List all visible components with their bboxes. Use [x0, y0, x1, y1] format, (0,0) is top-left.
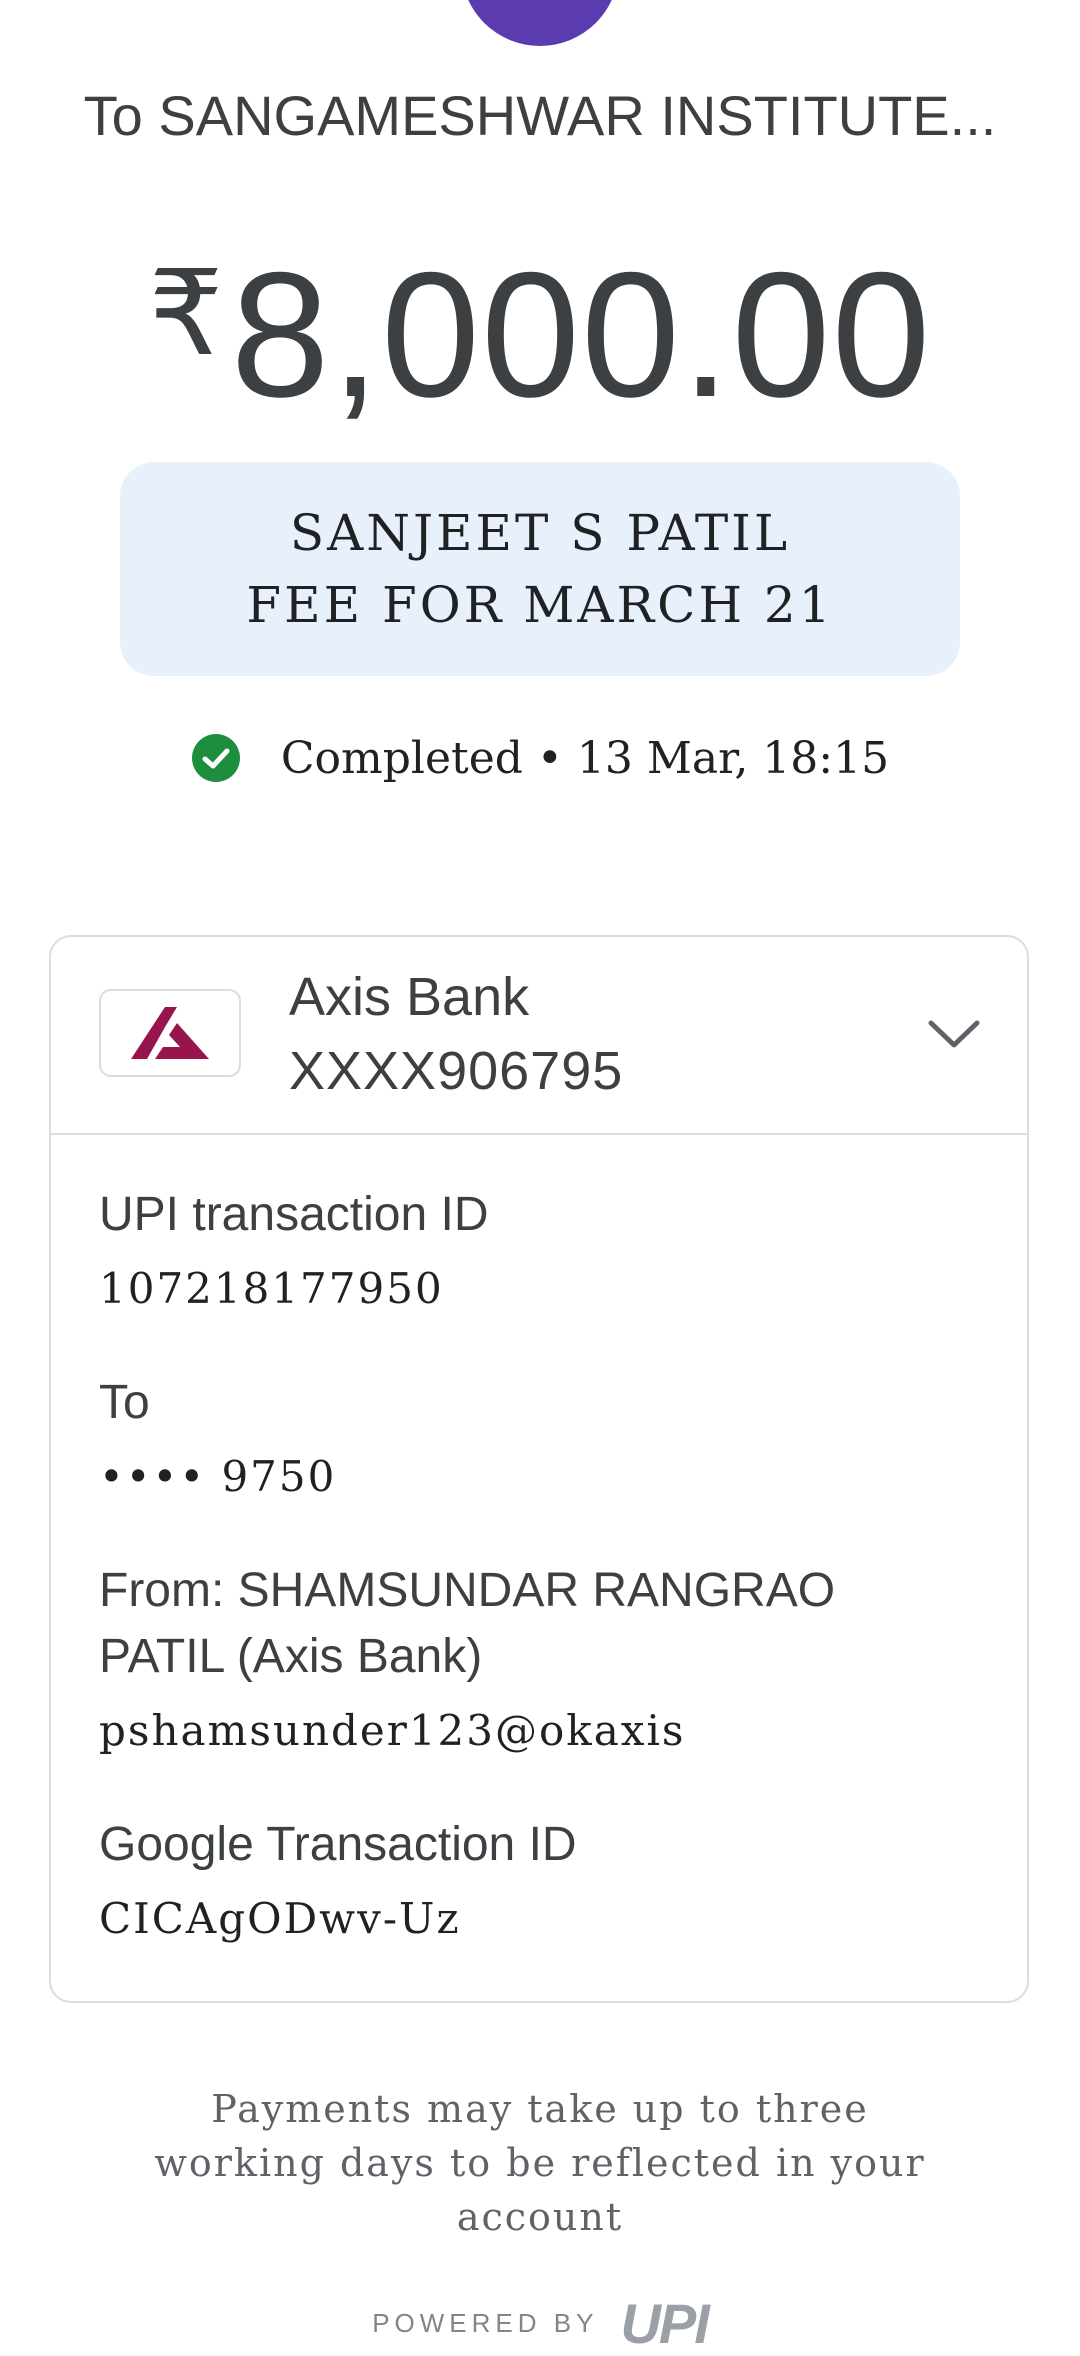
bank-account-number: XXXX906795 [289, 1041, 624, 1101]
recipient-name: To SANGAMESHWAR INSTITUTE... [83, 84, 997, 147]
check-circle-icon [191, 734, 240, 782]
amount-value: 8,000.00 [230, 235, 932, 434]
from-label: From: SHAMSUNDAR RANGRAO [99, 1564, 836, 1617]
upi-transaction-id-label: UPI transaction ID [99, 1188, 489, 1241]
google-transaction-id-value: CICAgODwv-Uz [99, 1894, 461, 1943]
recipient-avatar [461, 0, 619, 46]
bank-account-row[interactable]: Axis Bank XXXX906795 [51, 937, 1027, 1135]
payment-note-line: SANJEET S PATIL [289, 504, 791, 562]
status-text: Completed • 13 Mar, 18:15 [280, 732, 890, 784]
currency-symbol: ₹ [148, 248, 225, 380]
payment-note-line: FEE FOR MARCH 21 [246, 576, 834, 634]
from-upi-id: pshamsunder123@okaxis [99, 1706, 686, 1755]
payment-amount: ₹8,000.00 [0, 214, 1080, 435]
to-label: To [99, 1376, 150, 1429]
from-label-bank: PATIL (Axis Bank) [99, 1630, 483, 1683]
axis-bank-logo-icon [99, 989, 241, 1077]
upi-transaction-id-value: 107218177950 [99, 1264, 444, 1313]
to-account-value: •••• 9750 [99, 1452, 337, 1501]
transaction-status: Completed • 13 Mar, 18:15 [0, 722, 1080, 794]
axis-bank-logo-icon [131, 1007, 209, 1059]
powered-by-upi: POWERED BY UPI [0, 2292, 1080, 2355]
settlement-note: Payments may take up to three working da… [154, 2087, 926, 2239]
payment-note: SANJEET S PATIL FEE FOR MARCH 21 [120, 462, 960, 676]
transaction-details-card: Axis Bank XXXX906795 UPI transaction ID … [49, 935, 1029, 2003]
upi-logo-icon: UPI [620, 2291, 709, 2355]
powered-by-text: POWERED BY [372, 2307, 599, 2338]
chevron-down-icon[interactable] [927, 1017, 981, 1051]
bank-name: Axis Bank [289, 967, 530, 1027]
google-transaction-id-label: Google Transaction ID [99, 1818, 577, 1871]
